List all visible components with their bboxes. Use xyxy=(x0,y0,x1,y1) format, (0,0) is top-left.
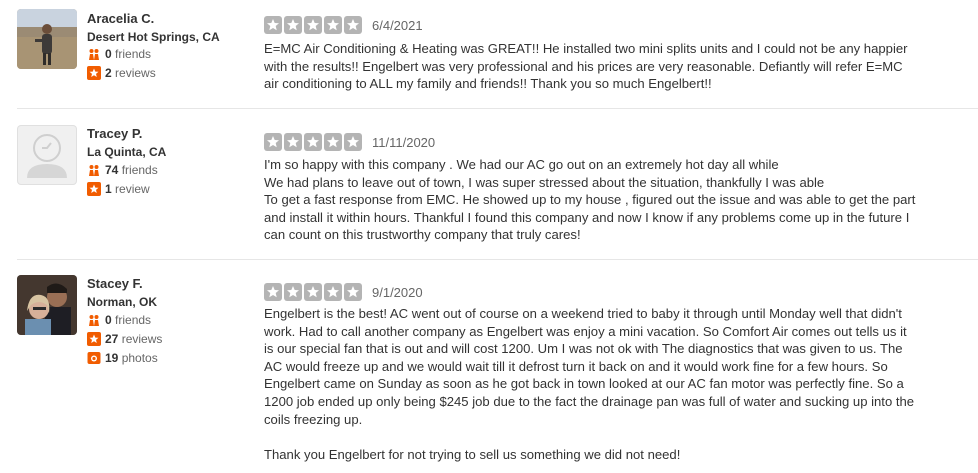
star-icon xyxy=(344,16,362,34)
star-icon xyxy=(304,283,322,301)
star-icon xyxy=(284,133,302,151)
reviews-number: 1 xyxy=(105,182,112,196)
review-text: E=MC Air Conditioning & Heating was GREA… xyxy=(264,41,908,92)
friends-count: 74 friends xyxy=(87,163,158,177)
review-date: 9/1/2020 xyxy=(372,285,423,300)
friends-icon xyxy=(87,163,101,177)
star-icon xyxy=(284,283,302,301)
reviews-number: 27 xyxy=(105,332,119,346)
photos-count: 19 photos xyxy=(87,351,158,365)
star-icon xyxy=(264,16,282,34)
reviews-star-icon xyxy=(87,182,101,196)
friends-icon xyxy=(87,313,101,327)
star-icon xyxy=(344,133,362,151)
star-icon xyxy=(304,133,322,151)
star-rating xyxy=(264,133,362,151)
star-icon xyxy=(344,283,362,301)
review-item: Stacey F. Norman, OK 0 friends 27 review… xyxy=(0,260,978,473)
default-user-icon xyxy=(27,134,67,178)
review-item: Aracelia C. Desert Hot Springs, CA 0 fri… xyxy=(0,0,978,108)
user-location: La Quinta, CA xyxy=(87,145,167,159)
star-icon xyxy=(284,16,302,34)
reviews-count: 27 reviews xyxy=(87,332,162,346)
reviews-label: review xyxy=(115,182,150,196)
reviews-star-icon xyxy=(87,332,101,346)
avatar[interactable] xyxy=(17,275,77,335)
friends-label: friends xyxy=(115,47,152,61)
camera-icon xyxy=(87,351,101,365)
avatar[interactable] xyxy=(17,9,77,69)
review-date: 11/11/2020 xyxy=(372,135,436,150)
star-icon xyxy=(264,133,282,151)
photos-label: photos xyxy=(121,351,158,365)
friends-count: 0 friends xyxy=(87,313,151,327)
user-name[interactable]: Aracelia C. xyxy=(87,11,154,26)
friends-label: friends xyxy=(121,163,158,177)
reviews-count: 2 reviews xyxy=(87,66,156,80)
friends-number: 74 xyxy=(105,163,119,177)
review-text: I'm so happy with this company . We had … xyxy=(264,157,916,243)
user-location: Norman, OK xyxy=(87,295,158,309)
friends-number: 0 xyxy=(105,313,112,327)
friends-number: 0 xyxy=(105,47,112,61)
reviews-star-icon xyxy=(87,66,101,80)
review-date: 6/4/2021 xyxy=(372,18,423,33)
reviews-label: reviews xyxy=(115,66,156,80)
star-icon xyxy=(264,283,282,301)
photos-number: 19 xyxy=(105,351,119,365)
user-location: Desert Hot Springs, CA xyxy=(87,30,220,44)
user-name[interactable]: Tracey P. xyxy=(87,126,142,141)
reviews-count: 1 review xyxy=(87,182,150,196)
reviews-number: 2 xyxy=(105,66,112,80)
review-item: Tracey P. La Quinta, CA 74 friends 1 rev… xyxy=(0,109,978,259)
friends-icon xyxy=(87,47,101,61)
avatar[interactable] xyxy=(17,125,77,185)
star-icon xyxy=(324,16,342,34)
review-text: Engelbert is the best! AC went out of co… xyxy=(264,306,915,462)
star-rating xyxy=(264,16,362,34)
friends-count: 0 friends xyxy=(87,47,151,61)
user-name[interactable]: Stacey F. xyxy=(87,276,143,291)
star-icon xyxy=(304,16,322,34)
star-icon xyxy=(324,283,342,301)
star-icon xyxy=(324,133,342,151)
friends-label: friends xyxy=(115,313,152,327)
star-rating xyxy=(264,283,362,301)
reviews-label: reviews xyxy=(121,332,163,346)
